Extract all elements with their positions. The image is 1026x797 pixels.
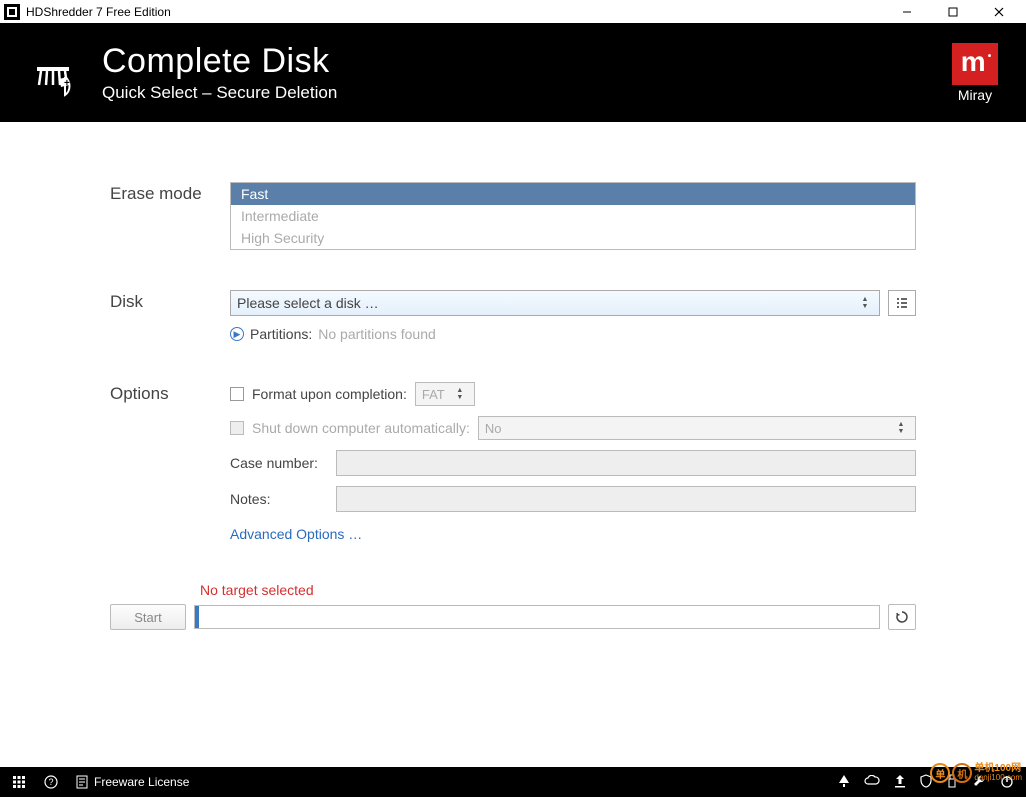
erase-mode-intermediate[interactable]: Intermediate (231, 205, 915, 227)
erase-mode-list: Fast Intermediate High Security (230, 182, 916, 250)
partitions-toggle-icon[interactable]: ▶ (230, 327, 244, 341)
notification-icon[interactable] (838, 774, 850, 791)
svg-text:+: + (64, 78, 70, 89)
erase-mode-high-security[interactable]: High Security (231, 227, 915, 249)
format-checkbox[interactable] (230, 387, 244, 401)
partitions-label: Partitions: (250, 326, 312, 342)
notes-input[interactable] (336, 486, 916, 512)
wrench-icon[interactable] (972, 774, 986, 791)
close-button[interactable] (976, 1, 1022, 23)
page-title: Complete Disk (102, 43, 952, 80)
app-icon (4, 4, 20, 20)
cloud-icon[interactable] (864, 775, 880, 790)
license-label: Freeware License (94, 775, 189, 789)
disk-select-value: Please select a disk … (237, 295, 379, 311)
progress-bar (194, 605, 880, 629)
footer: ? Freeware License (0, 767, 1026, 797)
titlebar: HDShredder 7 Free Edition (0, 0, 1026, 24)
start-button[interactable]: Start (110, 604, 186, 630)
progress-fill (195, 606, 199, 628)
power-icon[interactable] (1000, 774, 1014, 791)
help-icon[interactable]: ? (44, 775, 58, 789)
header: + Complete Disk Quick Select – Secure De… (0, 24, 1026, 122)
spinner-icon: ▲▼ (893, 421, 909, 435)
brand-logo: m• Miray (952, 43, 998, 103)
format-label: Format upon completion: (252, 386, 407, 402)
usb-icon[interactable] (946, 774, 958, 791)
shutdown-label: Shut down computer automatically: (252, 420, 470, 436)
disk-select[interactable]: Please select a disk … ▲▼ (230, 290, 880, 316)
spinner-icon: ▲▼ (857, 296, 873, 310)
partitions-value: No partitions found (318, 326, 436, 342)
page-subtitle: Quick Select – Secure Deletion (102, 83, 952, 103)
shutdown-select[interactable]: No ▲▼ (478, 416, 916, 440)
disk-list-button[interactable] (888, 290, 916, 316)
erase-mode-label: Erase mode (110, 182, 230, 204)
main-content: Erase mode Fast Intermediate High Securi… (0, 122, 1026, 767)
case-number-input[interactable] (336, 450, 916, 476)
status-message: No target selected (200, 582, 916, 598)
erase-mode-fast[interactable]: Fast (231, 183, 915, 205)
shredder-icon: + (28, 48, 78, 98)
advanced-options-link[interactable]: Advanced Options … (230, 526, 362, 542)
refresh-button[interactable] (888, 604, 916, 630)
options-label: Options (110, 382, 230, 404)
minimize-button[interactable] (884, 1, 930, 23)
notes-label: Notes: (230, 491, 328, 507)
apps-menu-icon[interactable] (12, 775, 26, 789)
shutdown-checkbox[interactable] (230, 421, 244, 435)
spinner-icon: ▲▼ (452, 387, 468, 401)
svg-text:?: ? (48, 777, 53, 787)
case-number-label: Case number: (230, 455, 328, 471)
disk-label: Disk (110, 290, 230, 312)
maximize-button[interactable] (930, 1, 976, 23)
shield-icon[interactable] (920, 774, 932, 791)
window-title: HDShredder 7 Free Edition (26, 5, 884, 19)
license-info[interactable]: Freeware License (76, 775, 189, 789)
format-select[interactable]: FAT ▲▼ (415, 382, 475, 406)
upload-icon[interactable] (894, 774, 906, 791)
